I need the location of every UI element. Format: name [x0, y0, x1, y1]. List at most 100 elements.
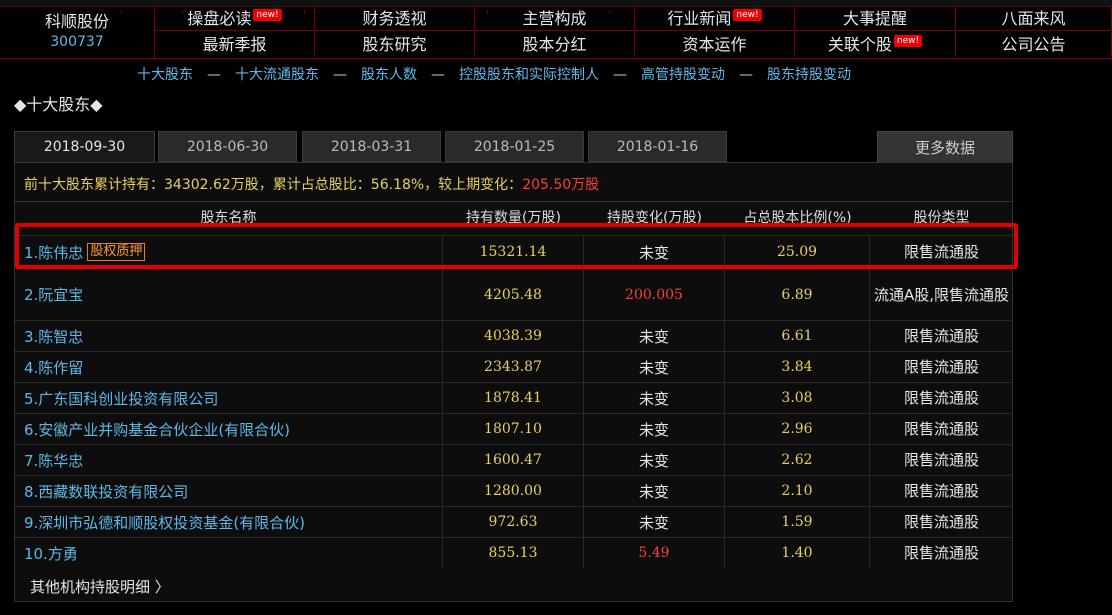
nav-item-1-6[interactable]: 八面来风 — [956, 6, 1112, 31]
holding-qty: 855.13 — [443, 538, 584, 568]
more-data-button[interactable]: 更多数据 — [877, 131, 1013, 164]
subnav-link-5[interactable]: 高管持股变动 — [641, 67, 725, 83]
holding-qty: 2343.87 — [443, 352, 584, 382]
table-row[interactable]: 10.方勇 855.13 5.49 1.40 限售流通股 — [14, 537, 1013, 568]
shareholder-name-text: 9.深圳市弘德和顺股权投资基金(有限合伙) — [24, 513, 306, 532]
new-badge: new! — [733, 9, 762, 21]
nav-item-1-5[interactable]: 大事提醒 — [795, 6, 956, 31]
shareholder-name[interactable]: 4.陈作留 — [14, 352, 443, 382]
shareholder-name-text: 4.陈作留 — [24, 358, 84, 377]
nav-item-label: 最新季报 — [202, 35, 267, 54]
holding-percent: 6.89 — [725, 269, 870, 320]
nav-item-1-3[interactable]: 主营构成 — [475, 6, 635, 31]
holding-percent: 6.61 — [725, 321, 870, 351]
table-row[interactable]: 5.广东国科创业投资有限公司 1878.41 未变 3.08 限售流通股 — [14, 382, 1013, 413]
table-row[interactable]: 2.阮宜宝 4205.48 200.005 6.89 流通A股,限售流通股 — [14, 268, 1013, 320]
holding-change: 未变 — [584, 414, 725, 444]
share-type: 限售流通股 — [903, 420, 979, 438]
nav-item-label: 资本运作 — [682, 35, 747, 54]
tab-date-2[interactable]: 2018-06-30 — [158, 131, 297, 162]
nav-item-label: 公司公告 — [1001, 35, 1066, 54]
nav-item-2-4[interactable]: 资本运作 — [635, 32, 795, 57]
table-row[interactable]: 4.陈作留 2343.87 未变 3.84 限售流通股 — [14, 351, 1013, 382]
shareholder-name[interactable]: 9.深圳市弘德和顺股权投资基金(有限合伙) — [14, 507, 443, 537]
holding-qty: 4038.39 — [443, 321, 584, 351]
header-divider — [14, 201, 1013, 202]
nav-item-2-1[interactable]: 最新季报 — [155, 32, 315, 57]
tab-date-1[interactable]: 2018-09-30 — [14, 131, 155, 162]
holding-qty: 4205.48 — [443, 269, 584, 320]
shareholder-name[interactable]: 8.西藏数联投资有限公司 — [14, 476, 443, 506]
share-type: 限售流通股 — [903, 327, 979, 345]
share-type: 限售流通股 — [903, 451, 979, 469]
holding-percent: 1.40 — [725, 538, 870, 568]
nav-item-2-2[interactable]: 股东研究 — [315, 32, 475, 57]
table-row[interactable]: 6.安徽产业并购基金合伙企业(有限合伙) 1807.10 未变 2.96 限售流通股 — [14, 413, 1013, 444]
sub-nav: 十大股东 — 十大流通股东 — 股东人数 — 控股股东和实际控制人 — 高管持股变动 — 股东持股变… — [137, 64, 851, 84]
holding-change: 未变 — [584, 507, 725, 537]
table-row[interactable]: 9.深圳市弘德和顺股权投资基金(有限合伙) 972.63 未变 1.59 限售流通股 — [14, 506, 1013, 537]
nav-item-label: 主营构成 — [522, 9, 587, 28]
shareholder-name[interactable]: 7.陈华忠 — [14, 445, 443, 475]
share-type: 限售流通股 — [903, 358, 979, 376]
nav-item-label: 股本分红 — [522, 35, 587, 54]
share-type: 限售流通股 — [903, 513, 979, 531]
subnav-link-3[interactable]: 股东人数 — [361, 67, 417, 83]
table-row[interactable]: 8.西藏数联投资有限公司 1280.00 未变 2.10 限售流通股 — [14, 475, 1013, 506]
holding-qty: 972.63 — [443, 507, 584, 537]
nav-item-label: 操盘必读 — [187, 9, 252, 28]
stock-info: 科顺股份 300737 — [0, 6, 155, 58]
nav-item-label: 大事提醒 — [842, 9, 907, 28]
shareholder-name-text: 10.方勇 — [24, 544, 78, 563]
tab-date-4[interactable]: 2018-01-25 — [445, 131, 584, 162]
shareholder-name[interactable]: 3.陈智忠 — [14, 321, 443, 351]
share-type: 限售流通股 — [903, 389, 979, 407]
subnav-link-6[interactable]: 股东持股变动 — [767, 67, 851, 83]
tab-date-5[interactable]: 2018-01-16 — [588, 131, 727, 162]
nav-item-1-4[interactable]: 行业新闻 new! — [635, 6, 795, 31]
section-title: ◆十大股东◆ — [14, 95, 103, 114]
holding-change: 未变 — [584, 383, 725, 413]
holding-percent: 1.59 — [725, 507, 870, 537]
nav-item-label: 关联个股 — [827, 35, 892, 54]
holding-qty: 1280.00 — [443, 476, 584, 506]
holding-qty: 1878.41 — [443, 383, 584, 413]
share-type: 限售流通股 — [903, 544, 979, 562]
subnav-separator: — — [739, 67, 753, 83]
subnav-separator: — — [613, 67, 627, 83]
holding-qty: 1807.10 — [443, 414, 584, 444]
other-institutions-link[interactable]: 其他机构持股明细 〉 — [30, 576, 170, 597]
nav-item-2-5[interactable]: 关联个股 new! — [795, 32, 956, 57]
summary-change: 205.50万股 — [522, 177, 600, 193]
table-row[interactable]: 7.陈华忠 1600.47 未变 2.62 限售流通股 — [14, 444, 1013, 475]
nav-item-1-2[interactable]: 财务透视 — [315, 6, 475, 31]
table-row[interactable]: 3.陈智忠 4038.39 未变 6.61 限售流通股 — [14, 320, 1013, 351]
tab-date-3[interactable]: 2018-03-31 — [302, 131, 441, 162]
shareholder-name[interactable]: 6.安徽产业并购基金合伙企业(有限合伙) — [14, 414, 443, 444]
subnav-link-4[interactable]: 控股股东和实际控制人 — [459, 67, 599, 83]
shareholder-name[interactable]: 5.广东国科创业投资有限公司 — [14, 383, 443, 413]
subnav-link-1[interactable]: 十大股东 — [137, 67, 193, 83]
nav-item-label: 股东研究 — [362, 35, 427, 54]
nav-item-2-6[interactable]: 公司公告 — [956, 32, 1112, 57]
shareholder-name-text: 5.广东国科创业投资有限公司 — [24, 389, 219, 408]
new-badge: new! — [893, 35, 923, 47]
stock-nav: 科顺股份 300737 操盘必读 new! 财务透视 主营构成 行业新闻 new! 大事提醒… — [0, 6, 1112, 59]
subnav-link-2[interactable]: 十大流通股东 — [235, 67, 319, 83]
holding-change: 未变 — [584, 476, 725, 506]
shareholder-name[interactable]: 10.方勇 — [14, 538, 443, 568]
holding-change: 未变 — [584, 321, 725, 351]
stock-code[interactable]: 300737 — [0, 34, 154, 50]
subnav-separator: — — [333, 67, 347, 83]
shareholder-name[interactable]: 2.阮宜宝 — [14, 269, 443, 320]
nav-item-1-1[interactable]: 操盘必读 new! — [155, 6, 315, 31]
share-type: 限售流通股 — [903, 482, 979, 500]
nav-item-2-3[interactable]: 股本分红 — [475, 32, 635, 57]
summary-line: 前十大股东累计持有：34302.62万股，累计占总股比：56.18%，较上期变化… — [24, 174, 599, 194]
nav-item-label: 财务透视 — [362, 9, 427, 28]
share-type: 流通A股,限售流通股 — [873, 285, 1010, 304]
holding-percent: 2.62 — [725, 445, 870, 475]
stock-name[interactable]: 科顺股份 — [0, 8, 154, 32]
subnav-separator: — — [431, 67, 445, 83]
shareholder-name-text: 8.西藏数联投资有限公司 — [24, 482, 189, 501]
